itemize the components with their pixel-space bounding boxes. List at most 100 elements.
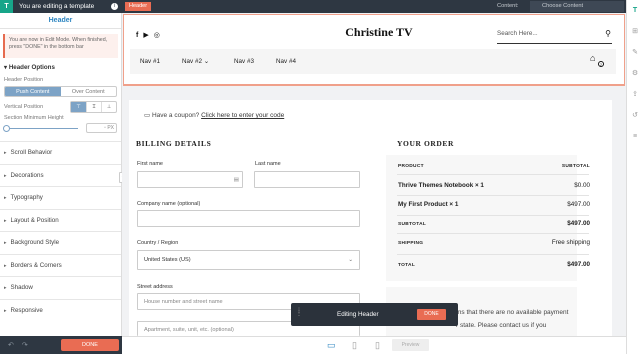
cart-icon[interactable]: ⌂ (590, 53, 595, 63)
settings-icon[interactable]: ⚙ (627, 63, 642, 84)
choose-content-select[interactable]: Choose Content (530, 1, 624, 12)
vertical-position-buttons: ⊤ Ɪ ⊥ (70, 101, 117, 113)
divider (397, 215, 589, 216)
company-label: Company name (optional) (137, 201, 201, 207)
accordion-responsive[interactable]: ▸ Responsive (0, 298, 121, 322)
first-name-input[interactable]: ▤ (137, 171, 243, 188)
youtube-icon[interactable]: ▶ (143, 32, 153, 39)
last-name-input[interactable] (254, 171, 360, 188)
nav-item-4[interactable]: Nav #4 (276, 58, 296, 65)
coupon-icon: ▭ (144, 112, 152, 119)
site-nav: Nav #1 Nav #2 ⌄ Nav #3 Nav #4 (130, 49, 616, 74)
section-height-slider[interactable] (3, 124, 78, 132)
chevron-right-icon: ▸ (4, 262, 7, 269)
chevron-right-icon: ▸ (4, 285, 7, 291)
payment-notice-text: ms that there are no available payment r… (456, 306, 568, 332)
unit-label: PX (107, 125, 114, 131)
divider (397, 195, 589, 196)
search-icon[interactable]: ⚲ (605, 26, 611, 42)
thrive-logo-icon[interactable]: T (0, 0, 13, 13)
panel-title: Header (0, 13, 121, 29)
history-icon[interactable]: ↺ (627, 105, 642, 126)
shipping-row: SHIPPING Free shipping (398, 239, 590, 246)
slider-knob[interactable] (3, 124, 10, 132)
accordion-label: Scroll Behavior (10, 149, 53, 156)
preview-button[interactable]: Preview (392, 339, 429, 351)
first-name-label: First name (137, 161, 163, 167)
nav-item-1[interactable]: Nav #1 (140, 58, 160, 65)
desktop-view-icon[interactable]: ▭ (327, 340, 336, 351)
share-icon[interactable]: ⇪ (627, 84, 642, 105)
search-field[interactable]: Search Here... ⚲ (497, 26, 612, 44)
editing-header-bar: ⋮ ⋮ Editing Header DONE (291, 303, 458, 326)
layers-icon[interactable]: ≡ (627, 126, 642, 147)
payment-notice-line1: ms that there are no available payment (456, 309, 569, 316)
coupon-text: Have a coupon? (151, 112, 202, 119)
accordion-decorations[interactable]: ▸ Decorations (0, 163, 121, 187)
add-element-icon[interactable]: ⊞ (627, 21, 642, 42)
nav-item-3[interactable]: Nav #3 (234, 58, 254, 65)
drag-handle-icon[interactable]: ⋮ ⋮ (296, 308, 302, 317)
header-position-toggle: Push Content Over Content (4, 86, 117, 97)
undo-icon[interactable]: ↶ (8, 341, 14, 349)
align-middle-icon[interactable]: Ɪ (86, 102, 101, 112)
country-label: Country / Region (137, 240, 179, 246)
align-top-icon[interactable]: ⊤ (71, 102, 86, 112)
total-label: TOTAL (398, 263, 416, 268)
site-brand[interactable]: Christine TV (284, 25, 474, 40)
accordion-borders-corners[interactable]: ▸ Borders & Corners (0, 253, 121, 277)
editing-done-button[interactable]: DONE (417, 309, 446, 320)
right-toolbar: T ⊞ ✎ ⚙ ⇪ ↺ ≡ (626, 0, 642, 354)
chevron-right-icon: ▸ (4, 195, 7, 201)
done-button[interactable]: DONE (61, 339, 119, 351)
accordion-scroll-behavior[interactable]: ▸ Scroll Behavior (0, 141, 121, 164)
section-height-label: Section Minimum Height (4, 115, 64, 121)
device-bar: ▭ ▯ ▯ (122, 336, 626, 354)
nav-item-2[interactable]: Nav #2 ⌄ (182, 58, 209, 65)
coupon-notice: ▭ Have a coupon? Click here to enter you… (144, 111, 284, 119)
accordion-layout-position[interactable]: ▸ Layout & Position (0, 208, 121, 232)
chevron-right-icon: ▸ (4, 307, 7, 314)
subtotal-row: SUBTOTAL $497.00 (398, 220, 590, 227)
accordion-typography[interactable]: ▸ Typography (0, 186, 121, 209)
align-bottom-icon[interactable]: ⊥ (101, 102, 116, 112)
info-icon[interactable]: i (111, 3, 118, 10)
order-item-row: My First Product × 1 $497.00 (398, 201, 590, 208)
header-boundary (123, 85, 625, 86)
tablet-view-icon[interactable]: ▯ (352, 340, 357, 351)
thrive-logo-icon[interactable]: T (627, 0, 642, 21)
order-title: YOUR ORDER (397, 139, 455, 148)
coupon-link[interactable]: Click here to enter your code (201, 112, 284, 119)
street-label: Street address (137, 284, 173, 290)
panel-bottom-bar: ↶ ↷ DONE (0, 336, 122, 354)
section-height-input[interactable]: ▫ PX (86, 123, 117, 133)
brush-icon[interactable]: ✎ (627, 42, 642, 63)
push-content-option[interactable]: Push Content (5, 87, 61, 96)
over-content-option[interactable]: Over Content (61, 87, 117, 96)
subtotal-col-header: SUBTOTAL (561, 164, 590, 169)
header-options-heading[interactable]: ▾ Header Options (0, 62, 121, 74)
redo-icon[interactable]: ↷ (22, 341, 28, 349)
country-select[interactable]: United States (US) ⌄ (137, 250, 360, 270)
edit-mode-notice: You are now in Edit Mode. When finished,… (3, 34, 118, 58)
order-header-row: PRODUCT SUBTOTAL (398, 164, 590, 169)
divider (397, 174, 589, 175)
mobile-view-icon[interactable]: ▯ (375, 340, 380, 351)
accordion-label: Shadow (10, 284, 33, 291)
accordion-label: Typography (10, 194, 43, 201)
section-height-slider-row: ▫ PX (0, 122, 121, 134)
editing-header-label: Editing Header (337, 311, 379, 318)
company-input[interactable] (137, 210, 360, 227)
header-element-tag[interactable]: Header (125, 2, 152, 11)
last-name-label: Last name (255, 161, 281, 167)
accordion-shadow[interactable]: ▸ Shadow (0, 276, 121, 299)
subtotal-label: SUBTOTAL (398, 222, 427, 227)
content-label: Content: (497, 3, 519, 9)
accordion-background-style[interactable]: ▸ Background Style (0, 231, 121, 254)
accordion-label: Decorations (10, 171, 44, 179)
accordion-label: Responsive (10, 306, 43, 314)
instagram-icon[interactable]: ◎ (154, 32, 165, 39)
search-input[interactable]: Search Here... (497, 30, 538, 37)
cart-count-badge: 2 (598, 61, 604, 67)
billing-title: BILLING DETAILS (136, 139, 212, 148)
